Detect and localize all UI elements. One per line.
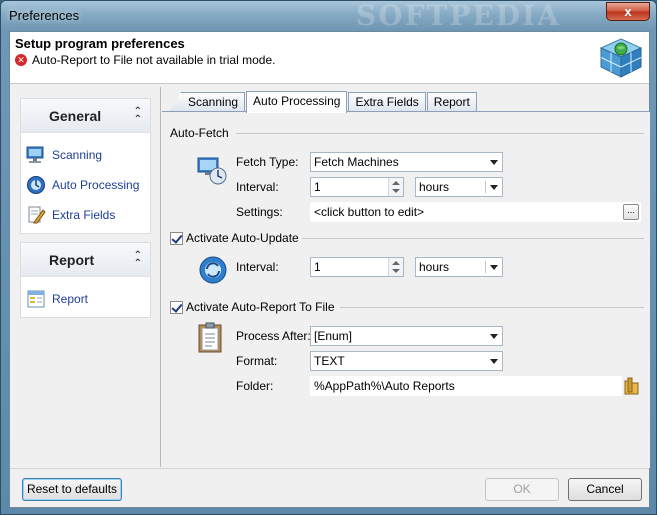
settings-field[interactable]: <click button to edit> ... <box>310 202 641 222</box>
fetch-interval-spinner[interactable]: 1 <box>310 177 404 197</box>
fetch-interval-value: 1 <box>314 180 321 194</box>
sidebar-group-header[interactable]: General ⌃ ⌃ <box>21 99 150 133</box>
folder-value: %AppPath%\Auto Reports <box>314 379 455 393</box>
format-select[interactable]: TEXT <box>310 351 503 371</box>
sidebar-item-label: Report <box>52 292 89 306</box>
sidebar-group-title: Report <box>49 252 95 268</box>
dropdown-arrow-icon <box>490 160 498 165</box>
sidebar-group-general: General ⌃ ⌃ Scanning Auto Processing Ext… <box>20 98 151 234</box>
sidebar-item-scanning[interactable]: Scanning <box>21 140 150 170</box>
section-divider <box>302 238 644 239</box>
close-button[interactable]: x <box>606 2 650 21</box>
sidebar-item-report[interactable]: Report <box>21 284 150 314</box>
reset-to-defaults-button[interactable]: Reset to defaults <box>22 478 122 501</box>
sidebar-item-extra-fields[interactable]: Extra Fields <box>21 200 150 230</box>
tab-extra-fields[interactable]: Extra Fields <box>348 92 426 112</box>
sidebar-item-label: Extra Fields <box>52 208 116 222</box>
settings-panel: Scanning Auto Processing Extra Fields Re… <box>162 87 650 468</box>
scan-monitor-icon <box>26 146 44 163</box>
collapse-chevron-icon[interactable]: ⌃ ⌃ <box>134 107 142 125</box>
collapse-chevron-icon[interactable]: ⌃ ⌃ <box>134 251 142 269</box>
window-title: Preferences <box>9 8 80 23</box>
process-after-value: [Enum] <box>314 329 353 343</box>
dialog-footer: Reset to defaults OK Cancel <box>10 468 649 509</box>
dropdown-arrow-icon <box>490 334 498 339</box>
fetch-interval-unit-value: hours <box>419 180 450 194</box>
sidebar-item-auto-processing[interactable]: Auto Processing <box>21 170 150 200</box>
browse-folder-icon[interactable] <box>624 377 640 395</box>
ok-button[interactable]: OK <box>485 478 559 501</box>
dropdown-arrow-icon <box>490 265 498 270</box>
settings-value: <click button to edit> <box>314 205 425 219</box>
auto-update-icon <box>199 256 227 284</box>
auto-process-icon <box>27 176 45 194</box>
tab-scanning[interactable]: Scanning <box>169 92 246 112</box>
format-label: Format: <box>236 354 278 368</box>
dialog-header: Setup program preferences ✕ Auto-Report … <box>10 32 649 84</box>
auto-fetch-section-title: Auto-Fetch <box>170 126 229 140</box>
fetch-type-value: Fetch Machines <box>314 155 399 169</box>
update-interval-spinner[interactable]: 1 <box>310 257 404 277</box>
header-title: Setup program preferences <box>15 36 185 51</box>
dropdown-arrow-icon <box>490 185 498 190</box>
pencil-icon <box>28 206 46 224</box>
auto-report-title-text[interactable]: Activate Auto-Report To File <box>186 300 335 314</box>
auto-update-title-text[interactable]: Activate Auto-Update <box>186 231 299 245</box>
process-after-label: Process After: <box>236 329 311 343</box>
preferences-window: Preferences SOFTPEDIA x Setup program pr… <box>0 0 657 515</box>
auto-update-section-title: Activate Auto-Update <box>170 231 299 245</box>
spinner-buttons[interactable] <box>388 258 403 276</box>
tab-report[interactable]: Report <box>426 92 477 112</box>
settings-label: Settings: <box>236 205 283 219</box>
tab-strip: Scanning Auto Processing Extra Fields Re… <box>168 90 477 113</box>
clipboard-report-icon <box>198 322 222 353</box>
format-value: TEXT <box>314 354 345 368</box>
fetch-interval-unit-select[interactable]: hours <box>415 177 503 197</box>
sidebar-group-report: Report ⌃ ⌃ Report <box>20 242 151 318</box>
spinner-buttons[interactable] <box>388 178 403 196</box>
tab-auto-processing[interactable]: Auto Processing <box>246 91 348 113</box>
update-interval-value: 1 <box>314 260 321 274</box>
cancel-button[interactable]: Cancel <box>568 478 642 501</box>
folder-input[interactable]: %AppPath%\Auto Reports <box>310 376 622 396</box>
sidebar-group-title: General <box>49 108 102 124</box>
sidebar-item-label: Auto Processing <box>52 178 140 192</box>
sidebar: General ⌃ ⌃ Scanning Auto Processing Ext… <box>10 87 161 467</box>
update-interval-unit-select[interactable]: hours <box>415 257 503 277</box>
auto-report-checkbox[interactable] <box>170 300 183 314</box>
auto-update-checkbox[interactable] <box>170 231 183 245</box>
fetch-type-label: Fetch Type: <box>236 155 299 169</box>
auto-report-section-title: Activate Auto-Report To File <box>170 300 335 314</box>
fetch-network-icon <box>197 157 227 185</box>
fetch-type-select[interactable]: Fetch Machines <box>310 152 503 172</box>
watermark-logo: SOFTPEDIA <box>356 0 561 32</box>
trial-warning-text: Auto-Report to File not available in tri… <box>32 53 276 67</box>
edit-settings-button[interactable]: ... <box>623 204 639 220</box>
trial-warning: ✕ Auto-Report to File not available in t… <box>15 53 275 67</box>
auto-processing-panel: Auto-Fetch Fetch Type: Fetch Machines In… <box>162 111 650 468</box>
auto-fetch-title-text: Auto-Fetch <box>170 126 229 140</box>
report-icon <box>27 290 45 308</box>
fetch-interval-label: Interval: <box>236 180 279 194</box>
dropdown-arrow-icon <box>490 359 498 364</box>
section-divider <box>236 133 644 134</box>
sidebar-item-label: Scanning <box>52 148 103 162</box>
preferences-cube-icon <box>599 38 643 78</box>
process-after-select[interactable]: [Enum] <box>310 326 503 346</box>
dialog-client-area: Setup program preferences ✕ Auto-Report … <box>9 31 650 508</box>
folder-label: Folder: <box>236 379 274 393</box>
sidebar-group-header[interactable]: Report ⌃ ⌃ <box>21 243 150 277</box>
update-interval-label: Interval: <box>236 260 279 274</box>
update-interval-unit-value: hours <box>419 260 450 274</box>
title-bar[interactable]: Preferences SOFTPEDIA x <box>1 0 656 32</box>
section-divider <box>340 307 644 308</box>
error-icon: ✕ <box>15 54 27 66</box>
